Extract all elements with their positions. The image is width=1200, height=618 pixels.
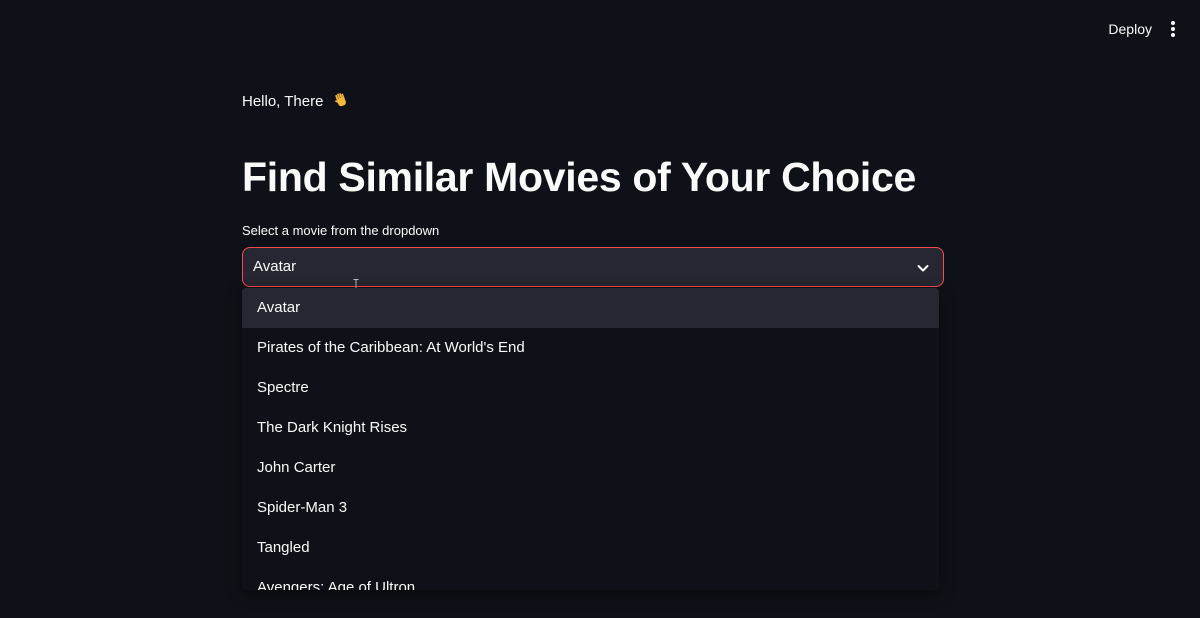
page-title: Find Similar Movies of Your Choice (242, 154, 917, 200)
dropdown-option[interactable]: The Dark Knight Rises (242, 408, 939, 448)
deploy-button[interactable]: Deploy (1108, 18, 1152, 40)
menu-dot (1171, 33, 1175, 37)
greeting-text: Hello, There (242, 93, 324, 110)
more-vertical-icon[interactable] (1168, 19, 1178, 39)
dropdown-option[interactable]: Spider-Man 3 (242, 488, 939, 528)
dropdown-option[interactable]: Spectre (242, 368, 939, 408)
chevron-down-icon[interactable] (916, 261, 930, 275)
waving-hand-icon (334, 93, 346, 107)
top-toolbar: Deploy (0, 0, 1200, 58)
dropdown-option[interactable]: Pirates of the Caribbean: At World's End (242, 328, 939, 368)
dropdown-menu[interactable]: Avatar Pirates of the Caribbean: At Worl… (242, 288, 939, 590)
dropdown-option[interactable]: John Carter (242, 448, 939, 488)
menu-dot (1171, 27, 1175, 31)
dropdown-option[interactable]: Avengers: Age of Ultron (242, 568, 939, 590)
dropdown-option[interactable]: Avatar (242, 288, 939, 328)
select-label: Select a movie from the dropdown (242, 223, 440, 238)
movie-select[interactable]: Avatar (242, 247, 944, 291)
menu-dot (1171, 21, 1175, 25)
greeting: Hello, There (242, 92, 349, 112)
selected-value: Avatar (253, 258, 297, 275)
dropdown-option[interactable]: Tangled (242, 528, 939, 568)
